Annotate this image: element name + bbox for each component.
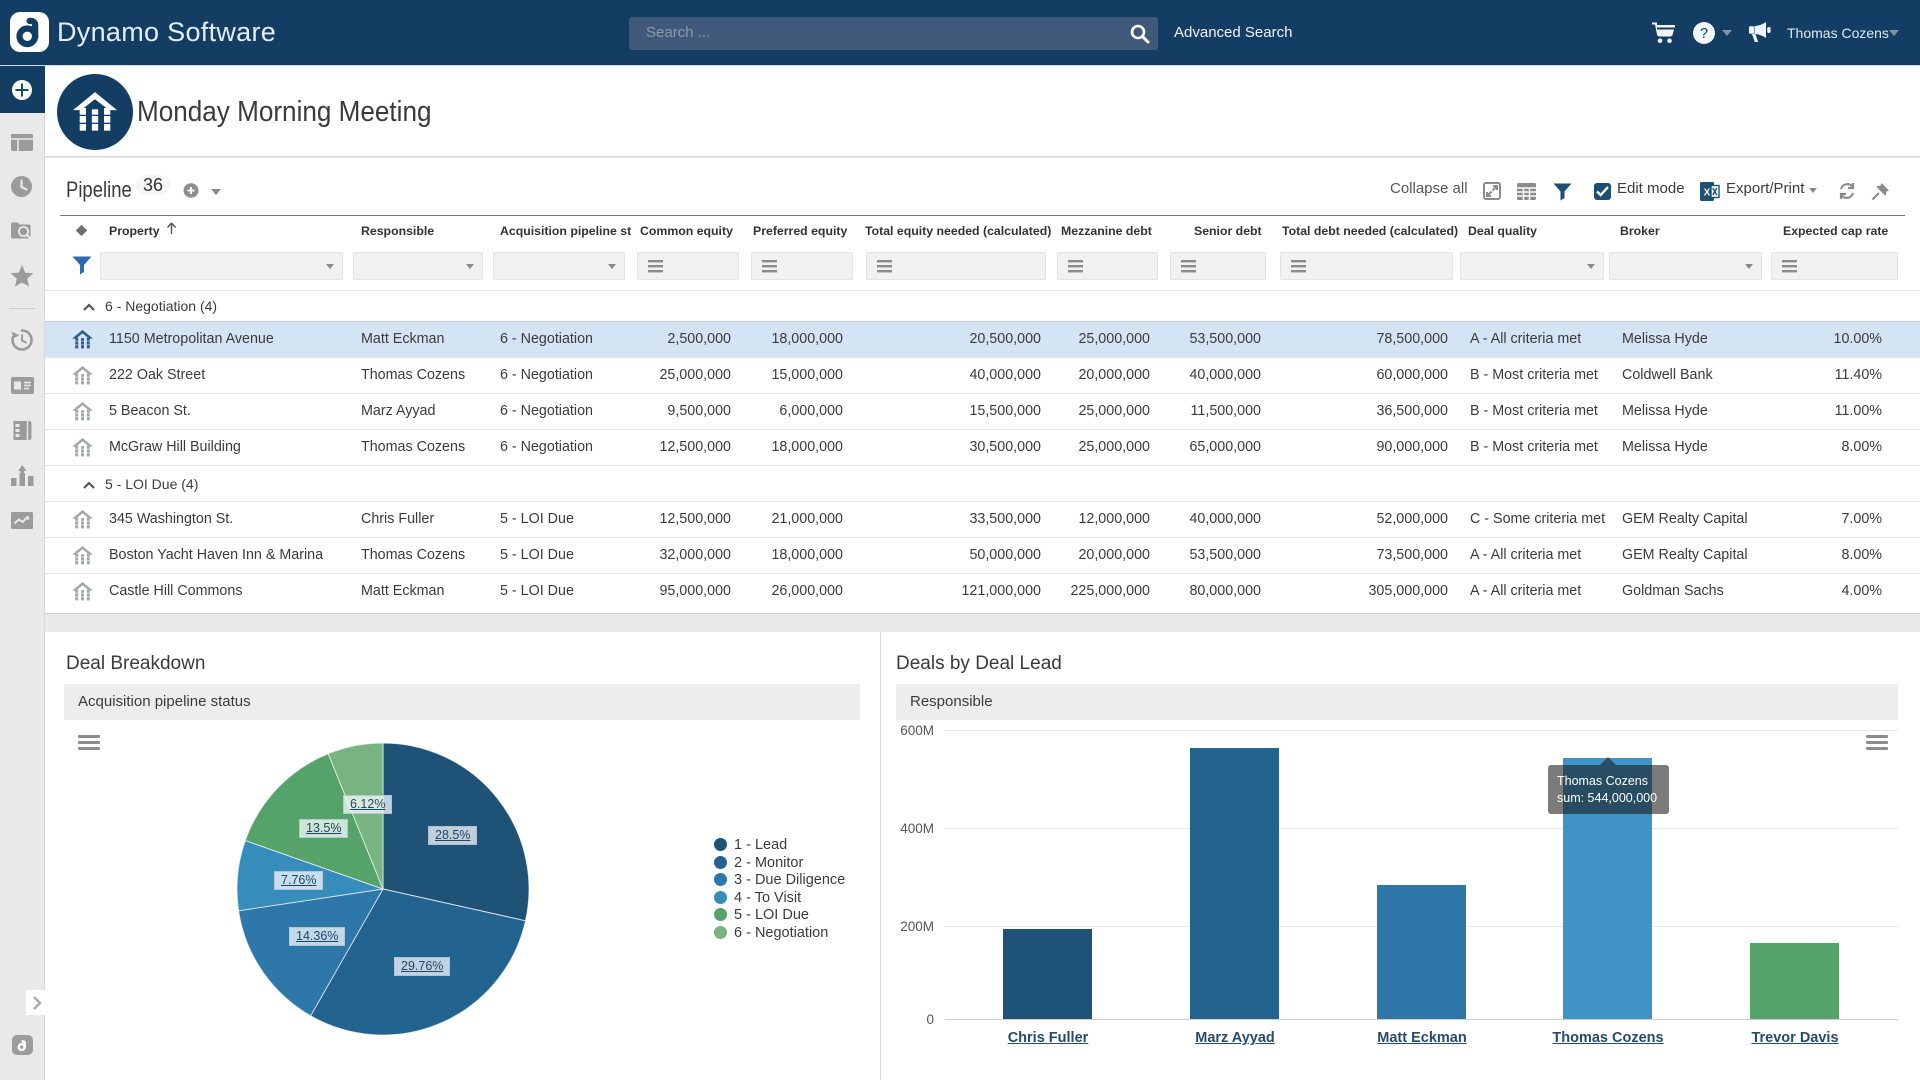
svg-text:X: X bbox=[1704, 188, 1711, 199]
svg-text:?: ? bbox=[1700, 26, 1708, 42]
